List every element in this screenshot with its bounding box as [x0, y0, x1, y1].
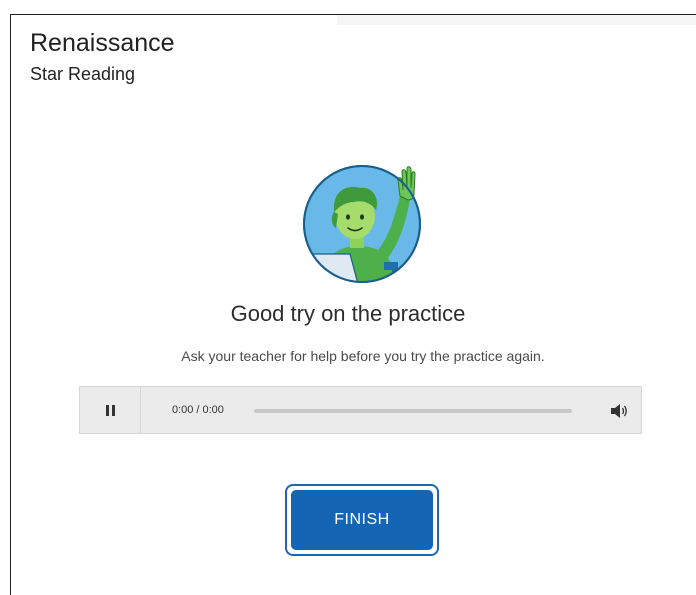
- speaker-volume-icon[interactable]: [608, 401, 630, 421]
- finish-button[interactable]: FINISH: [291, 490, 433, 550]
- brand-title: Renaissance: [30, 29, 175, 57]
- audio-progress-bar[interactable]: [254, 409, 572, 413]
- top-bar-fade: [337, 15, 696, 25]
- student-raising-hand-icon: [303, 165, 421, 283]
- product-subtitle: Star Reading: [30, 64, 136, 84]
- duration-time: 0:00: [202, 404, 224, 416]
- pause-icon: [105, 404, 115, 416]
- audio-player: 0:00/0:00: [79, 386, 642, 434]
- instruction-text: Ask your teacher for help before you try…: [181, 348, 545, 364]
- time-readout: 0:00/0:00: [172, 403, 224, 417]
- current-time: 0:00: [172, 404, 194, 416]
- result-headline: Good try on the practice: [230, 301, 466, 326]
- pause-button[interactable]: [80, 387, 141, 433]
- time-separator: /: [196, 404, 200, 416]
- finish-button-focus-ring: FINISH: [285, 484, 439, 556]
